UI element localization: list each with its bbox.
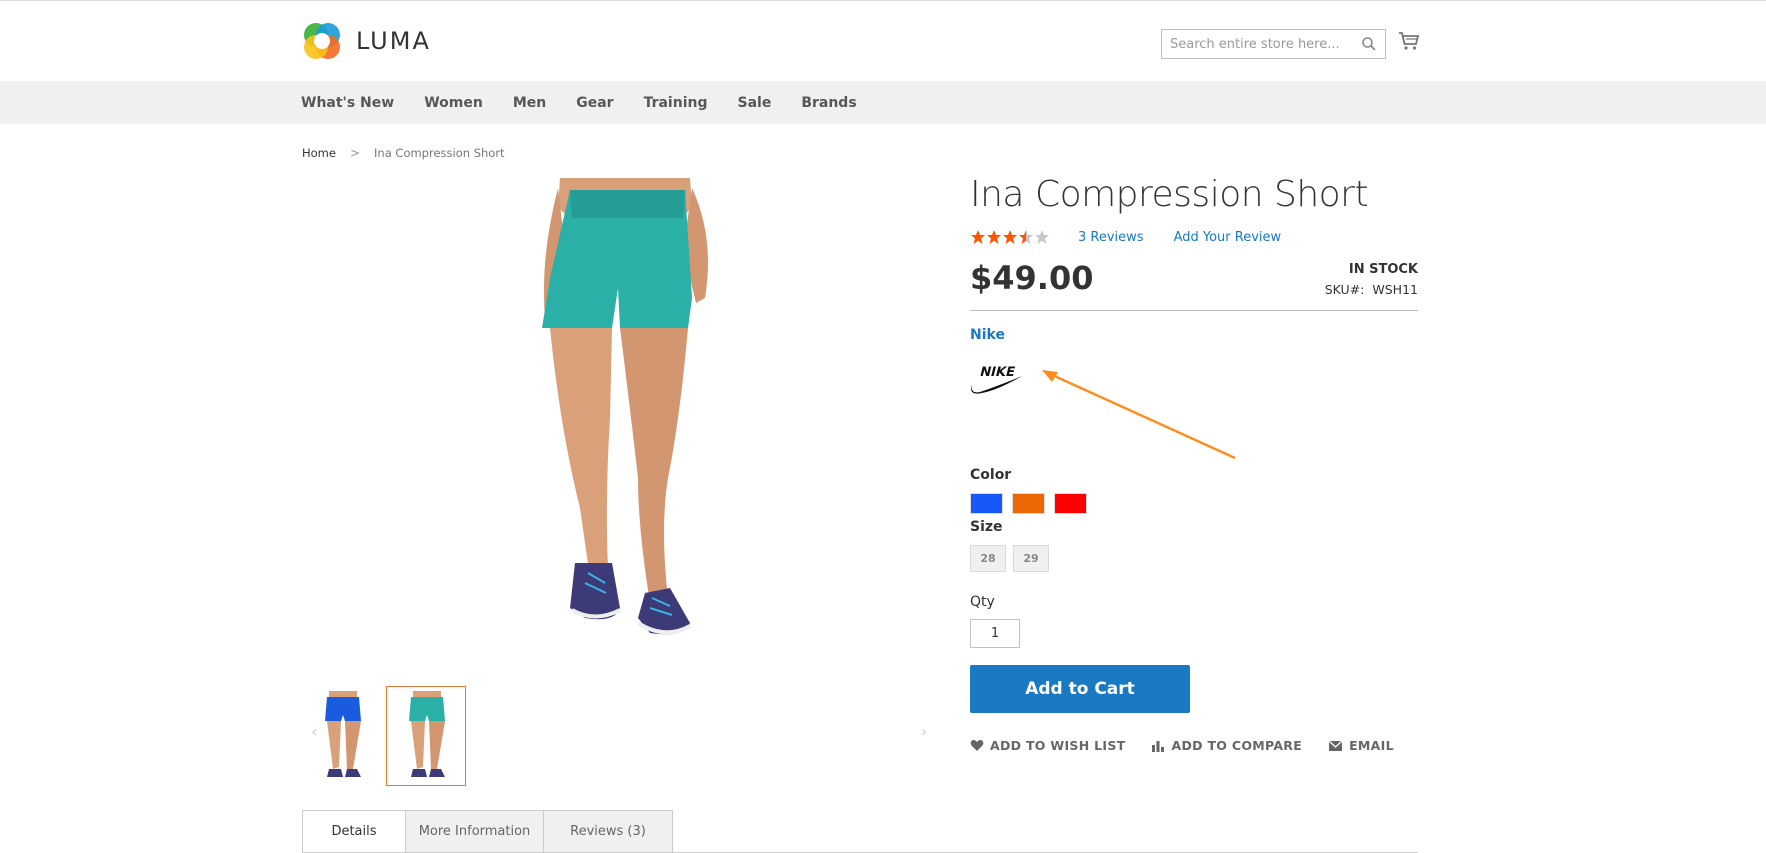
compare-label: ADD TO COMPARE: [1171, 738, 1303, 753]
product-title: Ina Compression Short: [970, 174, 1369, 215]
size-option-29[interactable]: 29: [1013, 545, 1049, 572]
reviews-link[interactable]: 3 Reviews: [1078, 230, 1144, 245]
size-label: Size: [970, 519, 1003, 535]
logo-text: LUMA: [356, 27, 431, 55]
product-rating: 3 Reviews Add Your Review: [970, 229, 1281, 245]
thumbnail-teal[interactable]: [386, 686, 466, 786]
cart-icon[interactable]: [1398, 31, 1420, 51]
stock-status: IN STOCK: [1348, 262, 1418, 277]
color-label: Color: [970, 467, 1012, 483]
product-actions: ADD TO WISH LIST ADD TO COMPARE EMAIL: [970, 738, 1420, 753]
search-icon[interactable]: [1361, 36, 1377, 52]
compare-chart-icon: [1152, 741, 1165, 752]
main-navigation: What's New Women Men Gear Training Sale …: [0, 81, 1766, 124]
annotation-arrow-icon: [1042, 370, 1236, 460]
star-icon: [971, 230, 985, 244]
color-swatch-blue[interactable]: [970, 493, 1003, 514]
gallery-prev-arrow-icon[interactable]: ‹: [311, 722, 317, 741]
store-logo[interactable]: LUMA: [302, 21, 431, 61]
breadcrumb-separator: >: [349, 146, 361, 160]
breadcrumb-home[interactable]: Home: [302, 146, 336, 160]
breadcrumb-current: Ina Compression Short: [374, 146, 505, 160]
heart-icon: [970, 740, 984, 751]
nav-item-whats-new[interactable]: What's New: [301, 95, 394, 111]
gallery-next-arrow-icon[interactable]: ›: [921, 722, 927, 741]
star-icon: [1003, 230, 1017, 244]
color-swatch-red[interactable]: [1054, 493, 1087, 514]
nav-item-sale[interactable]: Sale: [737, 95, 771, 111]
add-to-compare-link[interactable]: ADD TO COMPARE: [1151, 738, 1302, 753]
color-swatches: [970, 493, 1096, 514]
qty-input[interactable]: [970, 619, 1020, 648]
nav-item-brands[interactable]: Brands: [801, 95, 856, 111]
product-sku: SKU#: WSH11: [1280, 282, 1418, 297]
nike-logo-text: NIKE: [978, 365, 1016, 380]
breadcrumb: Home > Ina Compression Short: [302, 146, 505, 160]
star-icon: [1019, 230, 1033, 244]
sku-value: WSH11: [1372, 282, 1418, 297]
nav-item-gear[interactable]: Gear: [576, 95, 613, 111]
search-box: [1161, 29, 1386, 59]
nav-item-training[interactable]: Training: [644, 95, 708, 111]
color-swatch-orange[interactable]: [1012, 493, 1045, 514]
page-header: LUMA: [0, 0, 1766, 81]
price-divider: [970, 310, 1418, 311]
star-icon: [1035, 230, 1049, 244]
nav-item-women[interactable]: Women: [424, 95, 483, 111]
envelope-icon: [1328, 740, 1343, 751]
add-to-wishlist-link[interactable]: ADD TO WISH LIST: [970, 738, 1125, 753]
email-label: EMAIL: [1349, 738, 1394, 753]
product-main-image[interactable]: [520, 178, 730, 678]
nav-item-men[interactable]: Men: [513, 95, 546, 111]
size-option-28[interactable]: 28: [970, 545, 1006, 572]
thumbnail-teal-image: [409, 691, 445, 777]
brand-link[interactable]: Nike: [970, 327, 1005, 343]
product-thumbnails: [302, 686, 470, 786]
size-options: 28 29: [970, 545, 1056, 572]
email-link[interactable]: EMAIL: [1328, 738, 1394, 753]
tab-more-information[interactable]: More Information: [405, 810, 544, 853]
rating-stars: [970, 229, 1050, 245]
sku-label: SKU#:: [1324, 282, 1365, 297]
qty-label: Qty: [970, 594, 995, 610]
star-icon: [987, 230, 1001, 244]
product-price: $49.00: [970, 259, 1094, 297]
nike-logo[interactable]: NIKE: [968, 362, 1024, 396]
luma-logo-icon: [304, 23, 340, 59]
tab-reviews[interactable]: Reviews (3): [543, 810, 673, 853]
search-input[interactable]: [1162, 31, 1352, 57]
product-info-tabs: Details More Information Reviews (3): [302, 810, 673, 853]
add-to-cart-button[interactable]: Add to Cart: [970, 665, 1190, 713]
add-review-link[interactable]: Add Your Review: [1174, 230, 1282, 245]
tab-details[interactable]: Details: [302, 810, 406, 853]
wishlist-label: ADD TO WISH LIST: [990, 738, 1126, 753]
